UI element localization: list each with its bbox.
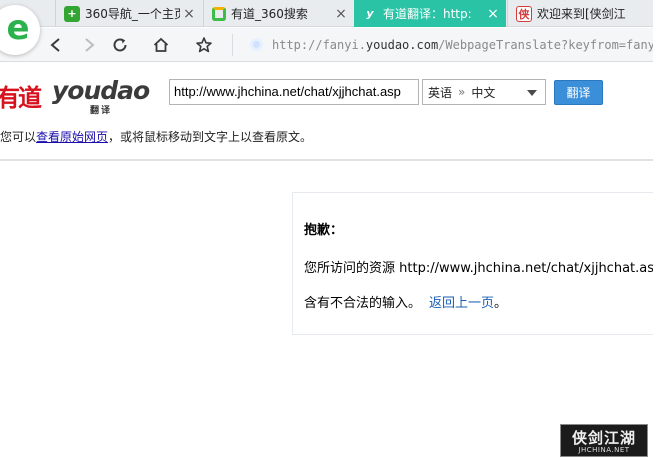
tab-360-navigation[interactable]: + 360导航_一个主页 × [55, 0, 202, 27]
toolbar-divider [232, 34, 233, 56]
lang-from: 英语 [428, 85, 453, 100]
youdao-logo-sub: 翻译 [90, 106, 113, 116]
youdao-logo[interactable]: 有道 youdao 翻译 [0, 76, 150, 116]
site-info-icon[interactable] [250, 38, 263, 51]
browser-logo-letter: e [6, 8, 30, 48]
address-bar[interactable]: http://fanyi.youdao.com/WebpageTranslate… [272, 36, 653, 54]
stamp-en: JHCHINA.NET [578, 446, 630, 454]
forward-button[interactable] [76, 32, 102, 58]
back-link[interactable]: 返回上一页 [429, 296, 494, 311]
tab-title: 欢迎来到[侠剑江 [537, 7, 626, 21]
home-icon [153, 37, 169, 52]
xiajian-stamp[interactable]: 侠剑江湖 JHCHINA.NET [560, 424, 648, 457]
error-title: 抱歉： [304, 223, 344, 238]
back-arrow-icon [50, 38, 60, 52]
url-input[interactable]: http://www.jhchina.net/chat/xjjhchat.asp [169, 79, 419, 105]
error-message: 您所访问的资源 http://www.jhchina.net/chat/xjjh… [304, 261, 653, 276]
error-message-line2: 含有不合法的输入。 返回上一页。 [304, 292, 507, 311]
tab-title: 有道_360搜索 [231, 7, 308, 21]
360-search-icon [212, 6, 226, 21]
star-icon [196, 37, 212, 53]
address-path: /WebpageTranslate?keyfrom=fanyi [438, 38, 653, 52]
error-panel: 抱歉： 您所访问的资源 http://www.jhchina.net/chat/… [292, 192, 653, 335]
back-button[interactable] [43, 32, 69, 58]
browser-toolbar: http://fanyi.youdao.com/WebpageTranslate… [0, 28, 653, 62]
youdao-favicon: y [366, 7, 374, 20]
close-icon[interactable]: × [484, 6, 502, 22]
dropdown-arrow-icon [527, 90, 537, 96]
lang-to: 中文 [471, 85, 496, 100]
close-icon[interactable]: × [180, 6, 198, 22]
tab-title: 有道翻译：http: [383, 7, 472, 21]
error-reason: 含有不合法的输入。 [304, 296, 422, 311]
tab-strip: + 360导航_一个主页 × 有道_360搜索 × y 有道翻译：http: ×… [0, 0, 653, 27]
back-period: 。 [494, 296, 508, 311]
reload-button[interactable] [107, 32, 133, 58]
tab-youdao-translate[interactable]: y 有道翻译：http: × [354, 0, 506, 27]
translate-button[interactable]: 翻译 [554, 80, 603, 105]
youdao-logo-en: youdao [52, 76, 150, 105]
hint-text: 您可以查看原始网页，或将鼠标移动到文字上以查看原文。 [0, 128, 312, 145]
hint-suffix: ，或将鼠标移动到文字上以查看原文。 [108, 130, 313, 144]
address-host: youdao.com [365, 38, 439, 52]
lang-separator: » [458, 85, 466, 99]
tab-360-search[interactable]: 有道_360搜索 × [203, 0, 354, 27]
hint-prefix: 您可以 [0, 130, 37, 144]
youdao-logo-cn: 有道 [0, 83, 42, 112]
tab-title: 360导航_一个主页 [85, 7, 180, 21]
favorite-button[interactable] [191, 32, 217, 58]
header-divider [0, 159, 653, 161]
tab-xiajian-welcome[interactable]: 侠 欢迎来到[侠剑江 [507, 0, 653, 27]
language-select[interactable]: 英语 » 中文 [422, 79, 546, 105]
xiajian-favicon: 侠 [516, 5, 532, 22]
view-original-link[interactable]: 查看原始网页 [36, 130, 108, 144]
360-navigation-icon: + [64, 5, 80, 22]
reload-icon [113, 38, 127, 52]
close-icon[interactable]: × [332, 6, 350, 22]
forward-arrow-icon [85, 38, 95, 52]
address-prefix: http://fanyi. [272, 38, 366, 52]
home-button[interactable] [148, 32, 174, 58]
stamp-cn: 侠剑江湖 [571, 429, 636, 447]
